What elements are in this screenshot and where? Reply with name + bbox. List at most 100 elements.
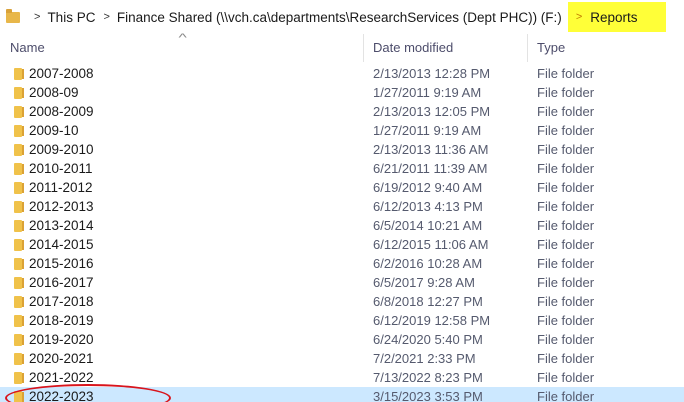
file-type: File folder bbox=[537, 294, 595, 309]
column-header-date-modified[interactable]: Date modified bbox=[373, 40, 453, 55]
folder-icon bbox=[14, 220, 24, 232]
file-row[interactable]: 2009-10 1/27/2011 9:19 AM File folder bbox=[0, 121, 684, 140]
file-row[interactable]: 2007-2008 2/13/2013 12:28 PM File folder bbox=[0, 64, 684, 83]
folder-icon bbox=[14, 201, 24, 213]
file-name: 2020-2021 bbox=[29, 351, 94, 366]
column-divider[interactable] bbox=[363, 34, 364, 62]
file-row[interactable]: 2010-2011 6/21/2011 11:39 AM File folder bbox=[0, 159, 684, 178]
folder-icon bbox=[14, 334, 24, 346]
file-name: 2007-2008 bbox=[29, 66, 94, 81]
file-date-modified: 3/15/2023 3:53 PM bbox=[373, 389, 483, 402]
file-date-modified: 6/2/2016 10:28 AM bbox=[373, 256, 483, 271]
file-date-modified: 1/27/2011 9:19 AM bbox=[373, 85, 482, 100]
chevron-right-icon[interactable]: > bbox=[103, 11, 109, 23]
file-date-modified: 6/19/2012 9:40 AM bbox=[373, 180, 483, 195]
file-name: 2014-2015 bbox=[29, 237, 94, 252]
file-name: 2010-2011 bbox=[29, 161, 93, 176]
folder-icon bbox=[6, 8, 20, 23]
sort-ascending-icon: ^ bbox=[178, 32, 187, 44]
column-header-type[interactable]: Type bbox=[537, 40, 565, 55]
file-type: File folder bbox=[537, 370, 595, 385]
file-row[interactable]: 2008-2009 2/13/2013 12:05 PM File folder bbox=[0, 102, 684, 121]
file-type: File folder bbox=[537, 180, 595, 195]
file-name: 2013-2014 bbox=[29, 218, 94, 233]
file-type: File folder bbox=[537, 142, 595, 157]
file-type: File folder bbox=[537, 199, 595, 214]
file-type: File folder bbox=[537, 332, 595, 347]
file-type: File folder bbox=[537, 85, 595, 100]
folder-icon bbox=[14, 163, 24, 175]
chevron-right-icon[interactable]: > bbox=[576, 11, 582, 23]
file-row[interactable]: 2019-2020 6/24/2020 5:40 PM File folder bbox=[0, 330, 684, 349]
file-name: 2017-2018 bbox=[29, 294, 94, 309]
file-list: 2007-2008 2/13/2013 12:28 PM File folder 20… bbox=[0, 64, 684, 402]
chevron-right-icon[interactable]: > bbox=[34, 11, 40, 23]
folder-icon bbox=[14, 182, 24, 194]
file-name: 2015-2016 bbox=[29, 256, 94, 271]
folder-icon bbox=[14, 353, 24, 365]
file-name: 2011-2012 bbox=[29, 180, 93, 195]
file-date-modified: 2/13/2013 12:05 PM bbox=[373, 104, 491, 119]
file-name: 2018-2019 bbox=[29, 313, 94, 328]
file-row[interactable]: 2017-2018 6/8/2018 12:27 PM File folder bbox=[0, 292, 684, 311]
folder-icon bbox=[14, 391, 24, 402]
folder-icon bbox=[14, 106, 24, 118]
file-type: File folder bbox=[537, 123, 595, 138]
folder-icon bbox=[14, 372, 24, 384]
file-name: 2019-2020 bbox=[29, 332, 94, 347]
file-name: 2008-09 bbox=[29, 85, 79, 100]
folder-icon bbox=[14, 68, 24, 80]
folder-icon bbox=[14, 125, 24, 137]
file-row[interactable]: 2013-2014 6/5/2014 10:21 AM File folder bbox=[0, 216, 684, 235]
file-type: File folder bbox=[537, 256, 595, 271]
file-name: 2009-2010 bbox=[29, 142, 94, 157]
file-date-modified: 6/8/2018 12:27 PM bbox=[373, 294, 483, 309]
folder-icon bbox=[14, 277, 24, 289]
file-row[interactable]: 2016-2017 6/5/2017 9:28 AM File folder bbox=[0, 273, 684, 292]
column-divider[interactable] bbox=[527, 34, 528, 62]
file-date-modified: 6/12/2015 11:06 AM bbox=[373, 237, 489, 252]
file-type: File folder bbox=[537, 275, 595, 290]
file-type: File folder bbox=[537, 161, 595, 176]
breadcrumb-finance-shared[interactable]: Finance Shared (\\vch.ca\departments\Res… bbox=[117, 10, 562, 25]
file-type: File folder bbox=[537, 313, 595, 328]
folder-icon bbox=[14, 239, 24, 251]
file-row[interactable]: 2018-2019 6/12/2019 12:58 PM File folder bbox=[0, 311, 684, 330]
column-header-name[interactable]: Name bbox=[10, 40, 45, 55]
file-row[interactable]: 2009-2010 2/13/2013 11:36 AM File folder bbox=[0, 140, 684, 159]
folder-icon bbox=[14, 315, 24, 327]
file-date-modified: 6/5/2017 9:28 AM bbox=[373, 275, 475, 290]
address-bar[interactable]: > This PC > Finance Shared (\\vch.ca\dep… bbox=[0, 0, 684, 34]
breadcrumb-this-pc[interactable]: This PC bbox=[47, 10, 95, 25]
file-row[interactable]: 2011-2012 6/19/2012 9:40 AM File folder bbox=[0, 178, 684, 197]
file-date-modified: 6/12/2019 12:58 PM bbox=[373, 313, 491, 328]
file-row[interactable]: 2021-2022 7/13/2022 8:23 PM File folder bbox=[0, 368, 684, 387]
file-row[interactable]: 2015-2016 6/2/2016 10:28 AM File folder bbox=[0, 254, 684, 273]
file-name: 2009-10 bbox=[29, 123, 79, 138]
file-row[interactable]: 2020-2021 7/2/2021 2:33 PM File folder bbox=[0, 349, 684, 368]
file-name: 2012-2013 bbox=[29, 199, 94, 214]
file-row[interactable]: 2014-2015 6/12/2015 11:06 AM File folder bbox=[0, 235, 684, 254]
file-type: File folder bbox=[537, 218, 595, 233]
file-date-modified: 1/27/2011 9:19 AM bbox=[373, 123, 482, 138]
file-row[interactable]: 2008-09 1/27/2011 9:19 AM File folder bbox=[0, 83, 684, 102]
file-date-modified: 7/2/2021 2:33 PM bbox=[373, 351, 476, 366]
breadcrumb-highlight: > Reports bbox=[567, 2, 666, 32]
file-name: 2016-2017 bbox=[29, 275, 94, 290]
file-date-modified: 2/13/2013 12:28 PM bbox=[373, 66, 491, 81]
file-date-modified: 2/13/2013 11:36 AM bbox=[373, 142, 489, 157]
file-type: File folder bbox=[537, 389, 595, 402]
column-header: ^ Name Date modified Type bbox=[0, 32, 684, 62]
file-date-modified: 6/21/2011 11:39 AM bbox=[373, 161, 488, 176]
file-date-modified: 7/13/2022 8:23 PM bbox=[373, 370, 483, 385]
breadcrumb-reports[interactable]: Reports bbox=[590, 10, 637, 25]
file-row[interactable]: 2022-2023 3/15/2023 3:53 PM File folder bbox=[0, 387, 684, 402]
folder-icon bbox=[14, 87, 24, 99]
folder-icon bbox=[14, 296, 24, 308]
file-date-modified: 6/12/2013 4:13 PM bbox=[373, 199, 483, 214]
file-row[interactable]: 2012-2013 6/12/2013 4:13 PM File folder bbox=[0, 197, 684, 216]
file-type: File folder bbox=[537, 104, 595, 119]
folder-icon bbox=[14, 144, 24, 156]
file-date-modified: 6/24/2020 5:40 PM bbox=[373, 332, 483, 347]
file-type: File folder bbox=[537, 66, 595, 81]
